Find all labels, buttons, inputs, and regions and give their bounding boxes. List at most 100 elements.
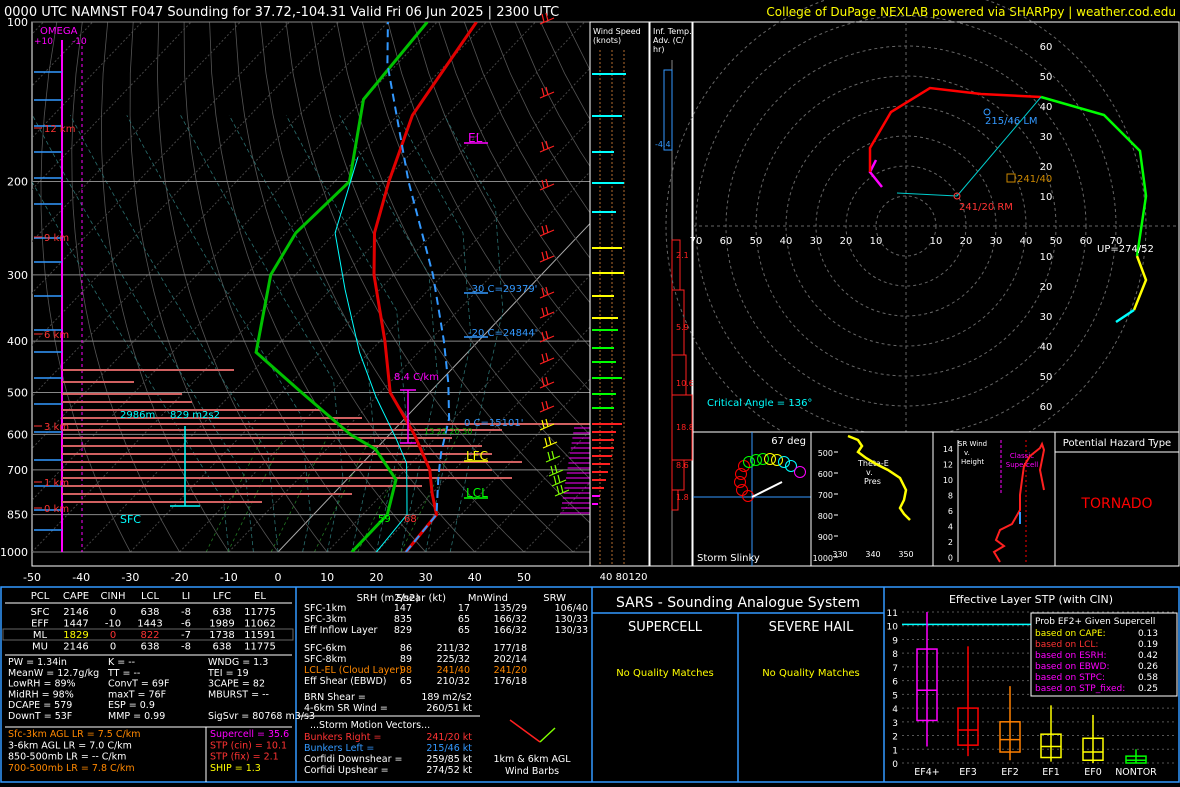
stp-ytick: 5 [892, 691, 898, 701]
hodo-xlabel: 60 [720, 236, 733, 247]
index-value: SHIP = 1.3 [210, 763, 261, 774]
parcel-cell: 1443 [137, 619, 162, 630]
stp-ytick: 1 [892, 746, 898, 756]
storm-label: Corfidi Downshear = [304, 754, 402, 765]
esrh-val-label: 829 m2s2 [170, 410, 220, 421]
stp-ytick: 10 [887, 623, 899, 633]
pressure-label: 700 [7, 464, 28, 477]
parcel-cell: 638 [212, 642, 231, 653]
stp-ytick: 9 [892, 636, 898, 646]
stp-ytick: 3 [892, 719, 898, 729]
kin-cell: 241/40 [437, 665, 470, 676]
lapse-rate: 850-500mb LR = -- C/km [8, 752, 126, 763]
kin-cell: 106/40 [555, 603, 588, 614]
srwind-ytick: 0 [948, 554, 953, 563]
ta-value: 2.1 [676, 251, 689, 260]
stp-category: EF1 [1042, 767, 1060, 778]
parcel-cell: 0 [110, 607, 116, 618]
kin-cell: 130/33 [555, 625, 588, 636]
kin-cell: 177/18 [494, 643, 527, 654]
slinky-angle: 67 deg [771, 436, 806, 447]
sfc-label: SFC [120, 513, 141, 526]
parcel-cell: 11775 [244, 642, 276, 653]
parcel-cell: 0 [110, 642, 116, 653]
kin-label: LCL-EL (Cloud Layer) [304, 665, 403, 676]
temp-label: -30 [121, 571, 139, 584]
hodo-xlabel: 40 [1020, 236, 1033, 247]
hodo-ylabel: 50 [1040, 72, 1053, 83]
sars-supercell: SUPERCELL [628, 620, 703, 635]
brn-label: BRN Shear = [304, 692, 366, 703]
parcel-cell: 11775 [244, 607, 276, 618]
parcel-cell: 638 [212, 607, 231, 618]
brn-value: 189 m2/s2 [421, 692, 472, 703]
pressure-label: 850 [7, 509, 28, 522]
wind-speed-units: (knots) [593, 36, 621, 45]
hodo-ylabel: 20 [1040, 162, 1053, 173]
parcel-cell: 1989 [209, 619, 234, 630]
thetae-ytick: 600 [818, 470, 833, 479]
sars-nomatch-2: No Quality Matches [762, 668, 860, 679]
kin-cell: 130/33 [555, 614, 588, 625]
thetae-panel: 5006007008009001000 330 340 350Theta-Ev.Pre… [810, 431, 934, 567]
sars-hail: SEVERE HAIL [769, 620, 854, 635]
thetae-ytick: 800 [818, 512, 833, 521]
temp-adv-frame [649, 21, 693, 567]
hodo-ylabel: 30 [1040, 132, 1053, 143]
parcel-header: CAPE [63, 591, 89, 602]
stp-ytick: 4 [892, 705, 898, 715]
kin-label: SFC-8km [304, 654, 346, 665]
index-value: STP (fix) = 2.1 [210, 752, 279, 763]
pressure-label: 1000 [0, 546, 28, 559]
temp-label: 0 [275, 571, 282, 584]
srwind-title-3: Height [961, 458, 984, 466]
kin-label: SFC-1km [304, 603, 346, 614]
header-credit: College of DuPage NEXLAB powered via SHA… [766, 5, 1176, 19]
parcel-header: LFC [213, 591, 231, 602]
parcel-header: EL [254, 591, 266, 602]
hodo-ylabel: 50 [1040, 372, 1053, 383]
barb-label-1: 1km & 6km AGL [493, 754, 571, 765]
kin-label: Eff Shear (EBWD) [304, 676, 387, 687]
prob-label: based on EBWD: [1035, 662, 1110, 672]
parcel-cell: MU [32, 642, 48, 653]
parcel-cell: 11591 [244, 630, 276, 641]
parcel-header: LCL [141, 591, 160, 602]
kin-cell: 86 [400, 643, 412, 654]
prob-value: 0.13 [1138, 629, 1158, 639]
temp-label: 20 [369, 571, 383, 584]
temp-adv-title-3: hr) [653, 45, 664, 54]
hodo-xlabel: 50 [1050, 236, 1063, 247]
index-value: STP (cin) = 10.1 [210, 740, 287, 751]
storm-label: Corfidi Upshear = [304, 765, 389, 776]
parcel-cell: -8 [181, 642, 191, 653]
srwind-label-2: Supercell [1006, 461, 1038, 469]
stp-category: NONTOR [1115, 767, 1157, 778]
thermo-cell: ESP = 0.9 [108, 700, 155, 711]
parcel-header: CINH [101, 591, 126, 602]
thetae-xtick: 330 [832, 550, 847, 559]
thermo-cell: MeanW = 12.7g/kg [8, 668, 99, 679]
hodo-xlabel: 40 [780, 236, 793, 247]
srwind-title-2: v. [964, 449, 970, 457]
hodo-ylabel: 10 [1040, 192, 1053, 203]
parcel-cell: 2146 [63, 642, 88, 653]
parcel-cell: 822 [140, 630, 159, 641]
hodo-xlabel: 30 [990, 236, 1003, 247]
prob-value: 0.26 [1138, 662, 1158, 672]
kin-cell: 835 [394, 614, 412, 625]
ws-tick: 120 [628, 572, 647, 583]
srwind-ytick: 14 [943, 445, 953, 454]
srwind-panel: 14121086420SR Windv.HeightClassicSuperce… [932, 431, 1056, 567]
temp-adv-title-2: Adv. (C/ [653, 36, 684, 45]
wetbulb-heights: 13 22 26 30 [424, 427, 472, 436]
thermo-cell: LowRH = 89% [8, 679, 76, 690]
temp-label: 40 [468, 571, 482, 584]
prob-value: 0.42 [1138, 651, 1158, 661]
sfc-temp-label: 68 [404, 514, 417, 525]
lapse-rate: 3-6km AGL LR = 7.0 C/km [8, 740, 132, 751]
storm-title: ...Storm Motion Vectors... [310, 720, 430, 731]
kin-cell: 135/29 [494, 603, 527, 614]
hodo-ylabel: 20 [1040, 282, 1053, 293]
parcel-cell: 11062 [244, 619, 276, 630]
